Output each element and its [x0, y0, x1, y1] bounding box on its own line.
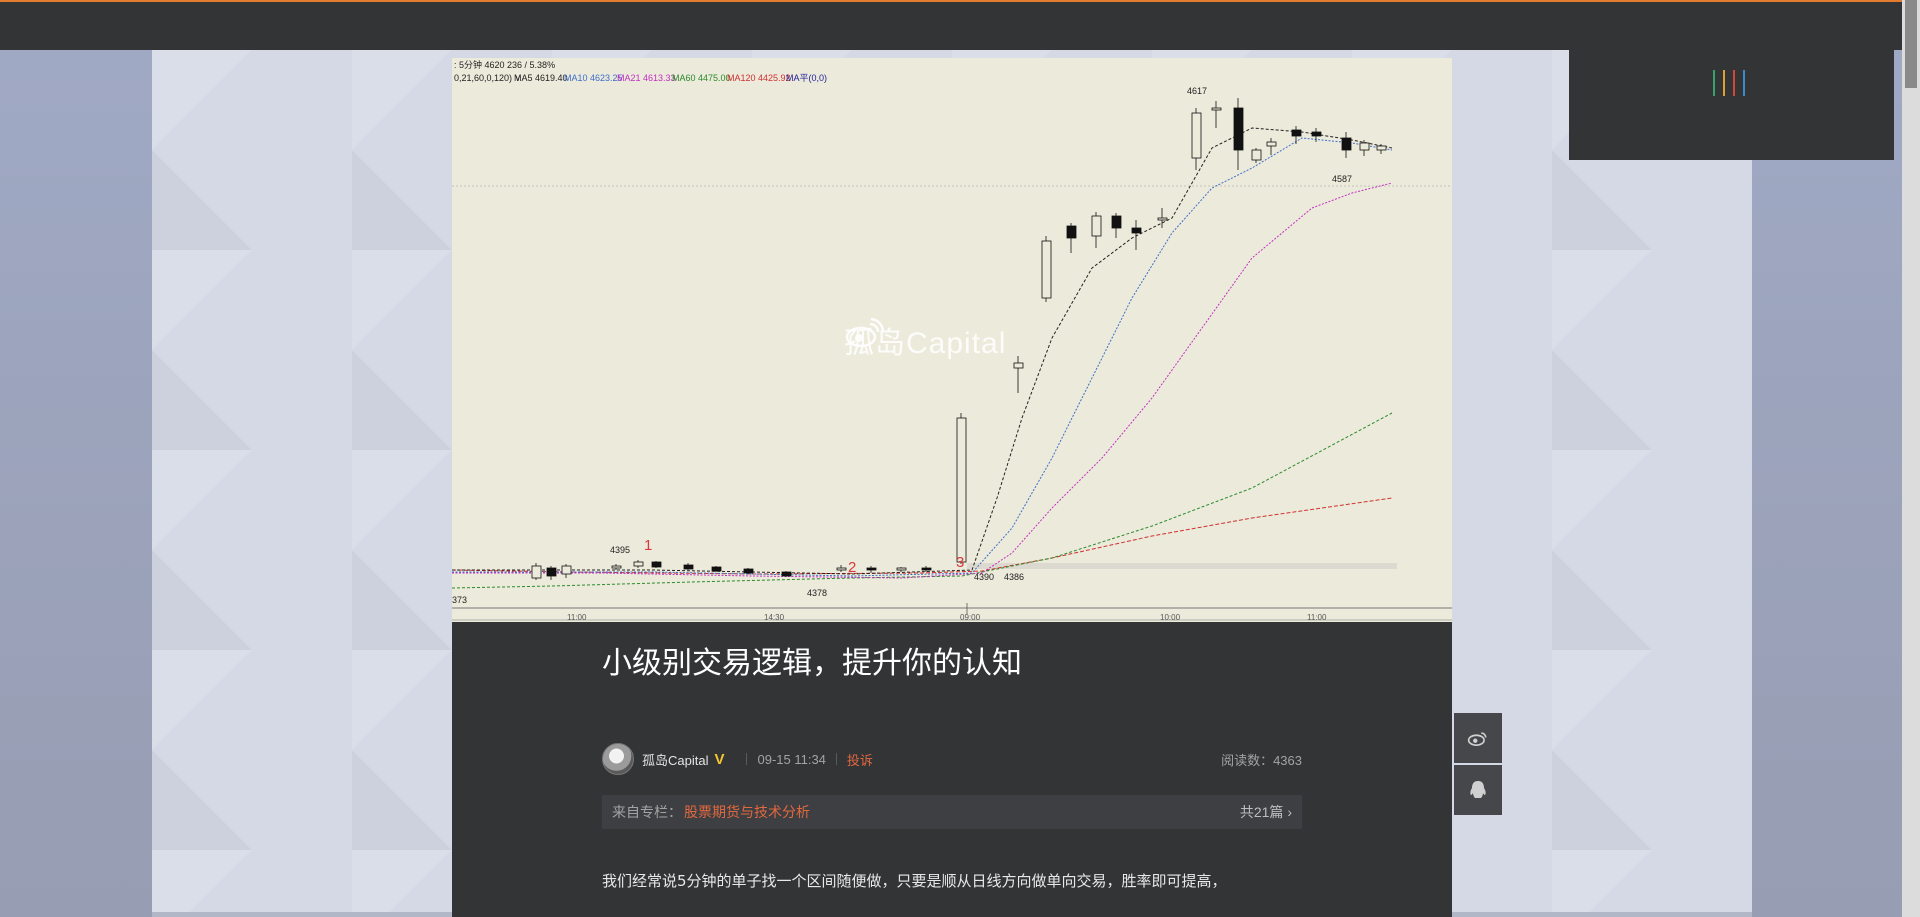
price-label: 4395 — [610, 545, 630, 555]
candle-body — [546, 567, 557, 577]
candle-body — [611, 565, 622, 569]
price-label: 4386 — [1004, 572, 1024, 582]
candle-body — [1376, 145, 1387, 151]
time-label: 14:30 — [764, 613, 785, 622]
candle-body — [1359, 142, 1370, 151]
divider — [746, 753, 748, 765]
ma-legend-item: MA120 4425.92 — [727, 73, 791, 83]
marker-1: 1 — [644, 537, 652, 554]
candle-body — [561, 565, 572, 575]
article-container: : 5分钟 4620 236 / 5.38% 0,21,60,0,120) ∨ M… — [452, 58, 1452, 917]
share-weibo-button[interactable] — [1454, 713, 1502, 763]
ma-legend-item: MA60 4475.00 — [672, 73, 731, 83]
corner-panel — [1569, 50, 1894, 160]
column-count-label: 共21篇 — [1239, 804, 1284, 820]
marker-2: 2 — [848, 559, 856, 576]
candle-body — [1291, 129, 1302, 137]
weibo-watermark-icon — [845, 318, 884, 348]
candle-body — [866, 567, 877, 571]
ma-legend-item: MA5 4619.40 — [514, 73, 568, 83]
candle-body — [1251, 149, 1262, 161]
candle-body — [1066, 225, 1077, 239]
column-source-bar[interactable]: 来自专栏： 股票期货与技术分析 共21篇 › — [602, 795, 1302, 829]
candle-body — [1111, 215, 1122, 229]
candle-body — [781, 571, 792, 577]
author-avatar[interactable] — [602, 743, 634, 775]
ma-legend-item: MA21 4613.33 — [617, 73, 676, 83]
time-label: 11:00 — [567, 613, 587, 622]
candle-body — [711, 566, 722, 572]
column-link[interactable]: 股票期货与技术分析 — [684, 802, 810, 822]
article-cover-chart-image: : 5分钟 4620 236 / 5.38% 0,21,60,0,120) ∨ M… — [452, 58, 1452, 622]
candle-body — [1266, 141, 1277, 147]
column-prefix: 来自专栏： — [612, 804, 682, 820]
price-label: 4390 — [974, 572, 994, 582]
top-navigation-bar — [0, 0, 1920, 50]
candle-body — [1013, 362, 1024, 369]
divider — [835, 753, 837, 765]
candle-body — [651, 561, 662, 568]
time-label: 11:00 — [1307, 613, 1327, 622]
ma-legend-item: MA10 4623.25 — [564, 73, 623, 83]
page-scrollbar[interactable] — [1902, 0, 1920, 917]
candle-body — [683, 564, 694, 570]
report-link[interactable]: 投诉 — [847, 750, 873, 769]
ma-legend: 0,21,60,0,120) ∨MA5 4619.40MA10 4623.25M… — [454, 73, 827, 83]
read-count: 阅读数：4363 — [1221, 752, 1302, 768]
candle-body — [1233, 107, 1244, 151]
chevron-right-icon: › — [1287, 804, 1292, 820]
candle-body — [921, 567, 932, 571]
candle-body — [836, 567, 847, 571]
left-background-band — [0, 50, 152, 917]
candle-body — [633, 561, 644, 567]
ma-legend-item: 0,21,60,0,120) ∨ — [454, 73, 521, 83]
column-article-count[interactable]: 共21篇 › — [1240, 802, 1292, 822]
candle-body — [1211, 107, 1222, 111]
publish-date: 09-15 11:34 — [757, 751, 826, 767]
right-background-band — [1752, 50, 1920, 917]
author-name[interactable]: 孤岛Capital — [642, 750, 708, 769]
watermark: 孤岛Capital — [844, 318, 1006, 362]
candle-body — [956, 417, 967, 563]
chart-header: : 5分钟 4620 236 / 5.38% — [454, 59, 555, 70]
weibo-icon — [1467, 732, 1487, 746]
candle-body — [531, 565, 542, 579]
candle-body — [1311, 131, 1322, 137]
candle-body — [1157, 217, 1168, 221]
price-label-high: 4617 — [1187, 86, 1207, 96]
price-label: 373 — [452, 595, 467, 605]
candle-body — [1131, 227, 1142, 234]
candle-body — [1191, 112, 1202, 159]
article-body-paragraph: 我们经常说5分钟的单子找一个区间随便做，只要是顺从日线方向做单向交易，胜率即可提… — [602, 872, 1227, 890]
verified-badge-icon: V — [714, 750, 725, 768]
share-qq-button[interactable] — [1454, 765, 1502, 815]
candle-body — [1041, 240, 1052, 299]
price-label: 4587 — [1332, 174, 1352, 184]
candle-body — [743, 568, 754, 574]
ma-legend-item: MA平(0,0) — [786, 73, 827, 83]
candle-body — [1091, 215, 1102, 237]
qq-icon — [1470, 781, 1486, 798]
marker-3: 3 — [956, 554, 964, 571]
time-label: 09:00 — [960, 613, 981, 622]
candle-body — [896, 567, 907, 571]
time-label: 10:00 — [1160, 613, 1181, 622]
price-label: 4378 — [807, 588, 827, 598]
article-meta: 孤岛Capital V 09-15 11:34 投诉 阅读数：4363 — [602, 743, 1302, 775]
candle-body — [1341, 137, 1352, 151]
article-title: 小级别交易逻辑，提升你的认知 — [602, 646, 1022, 681]
scrollbar-thumb[interactable] — [1905, 0, 1917, 88]
